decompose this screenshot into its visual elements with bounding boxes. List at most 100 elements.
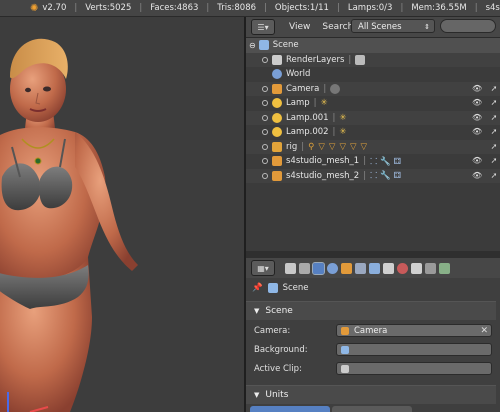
lamps-count: Lamps:0/3 [347, 3, 393, 13]
camera-icon [272, 83, 282, 94]
camera-field[interactable]: Camera ✕ [336, 324, 492, 337]
scene-panel-title: Scene [265, 306, 293, 316]
cursor-icon[interactable]: ➚ [489, 156, 499, 166]
triangle-down-icon: ▼ [254, 391, 260, 399]
expand-icon[interactable] [262, 158, 268, 165]
editor-type-button[interactable]: ☰▾ [251, 19, 275, 35]
clear-icon[interactable]: ✕ [480, 325, 488, 337]
pin-icon[interactable]: 📌 [252, 283, 263, 293]
view-menu[interactable]: View [289, 22, 310, 32]
active-object-name: s4studio_mesh_1 [485, 3, 500, 13]
objects-count: Objects:1/11 [274, 3, 329, 13]
camera-label: Camera: [254, 326, 291, 336]
faces-count: Faces:4863 [150, 3, 199, 13]
3d-viewport[interactable] [0, 17, 244, 412]
camera-data-icon [330, 83, 341, 94]
expand-icon[interactable] [262, 114, 268, 121]
eye-icon[interactable]: 👁 [472, 156, 482, 166]
constraint-tab-icon[interactable] [355, 262, 366, 274]
tree-row-renderlayers[interactable]: RenderLayers | [246, 52, 500, 67]
tree-row-mesh2[interactable]: s4studio_mesh_2 | ⸬🔧⚃ 👁 ➚ [246, 168, 500, 183]
scene-icon [267, 283, 278, 293]
clip-icon [341, 364, 349, 373]
tree-row-camera[interactable]: Camera | 👁 ➚ [246, 81, 500, 96]
tree-row-lamp[interactable]: Lamp | ✳ 👁 ➚ [246, 96, 500, 111]
lamp-data-icon: ✳ [339, 112, 347, 123]
display-mode-value: All Scenes [358, 22, 402, 32]
world-tab-icon[interactable] [327, 262, 338, 274]
area-divider-horizontal[interactable] [246, 251, 500, 258]
modifier-tab-icon[interactable] [369, 262, 380, 274]
renderlayers-tab-icon[interactable] [299, 262, 310, 274]
cursor-icon[interactable]: ➚ [489, 171, 499, 181]
collapse-icon[interactable]: ⊖ [249, 41, 256, 50]
camera-icon [341, 326, 349, 335]
cursor-icon[interactable]: ➚ [489, 142, 499, 152]
expand-icon[interactable] [262, 143, 268, 150]
background-field[interactable] [336, 343, 492, 356]
eye-icon[interactable]: 👁 [472, 171, 482, 181]
texture-tab-icon[interactable] [411, 262, 422, 274]
mesh-icon [272, 156, 282, 167]
tree-row-rig[interactable]: rig | ⚲▽▽▽▽▽ ➚ [246, 139, 500, 154]
tree-label: Lamp.002 [286, 127, 329, 138]
tree-label: RenderLayers [286, 54, 345, 65]
properties-editor: ▦▾ 📌 Scene ▼ Scene Camera: Camera ✕ Back… [246, 258, 500, 412]
data-tab-icon[interactable] [383, 262, 394, 274]
tree-label: Lamp [286, 98, 310, 109]
cursor-icon[interactable]: ➚ [489, 127, 499, 137]
expand-icon[interactable] [262, 129, 268, 136]
scene-tab-icon[interactable] [312, 261, 325, 275]
eye-icon[interactable]: 👁 [472, 113, 482, 123]
active-clip-field[interactable] [336, 362, 492, 375]
tree-row-world[interactable]: World [246, 67, 500, 82]
object-tab-icon[interactable] [341, 262, 352, 274]
lamp-icon [272, 127, 282, 138]
world-icon [272, 69, 282, 80]
expand-icon[interactable] [262, 85, 268, 92]
units-tab-selected[interactable] [250, 406, 330, 412]
cursor-icon[interactable]: ➚ [489, 113, 499, 123]
search-menu[interactable]: Search [322, 22, 353, 32]
expand-icon[interactable] [262, 56, 268, 63]
display-mode-select[interactable]: All Scenes ⇕ [351, 19, 435, 33]
search-input[interactable] [440, 19, 496, 33]
triangle-down-icon: ▼ [254, 307, 260, 315]
cursor-icon[interactable]: ➚ [489, 98, 499, 108]
updown-arrow-icon: ⇕ [424, 23, 430, 31]
units-tab[interactable] [332, 406, 412, 412]
blender-logo-icon[interactable]: ✺ [30, 3, 38, 14]
material-tab-icon[interactable] [397, 262, 408, 274]
eye-icon[interactable]: 👁 [472, 127, 482, 137]
tree-row-lamp001[interactable]: Lamp.001 | ✳ 👁 ➚ [246, 110, 500, 125]
editor-type-button[interactable]: ▦▾ [251, 260, 275, 276]
character-model[interactable] [0, 17, 244, 412]
lamp-icon [272, 112, 282, 123]
info-header: ✺ v2.70 | Verts:5025 | Faces:4863 | Tris… [0, 0, 500, 17]
tree-row-lamp002[interactable]: Lamp.002 | ✳ 👁 ➚ [246, 125, 500, 140]
particles-tab-icon[interactable] [425, 262, 436, 274]
version-label: v2.70 [42, 3, 67, 13]
verts-count: Verts:5025 [85, 3, 132, 13]
tree-row-mesh1[interactable]: s4studio_mesh_1 | ⸬🔧⚃ 👁 ➚ [246, 154, 500, 169]
right-panel: ☰▾ View Search All Scenes ⇕ ⊖ Scene Rend… [246, 17, 500, 412]
physics-tab-icon[interactable] [439, 262, 450, 274]
lamp-data-icon: ✳ [339, 127, 347, 138]
cursor-icon[interactable]: ➚ [489, 84, 499, 94]
render-tab-icon[interactable] [285, 262, 296, 274]
scene-icon [341, 345, 349, 354]
expand-icon[interactable] [262, 100, 268, 107]
tree-row-scene[interactable]: ⊖ Scene [246, 38, 500, 53]
scene-panel-header[interactable]: ▼ Scene [246, 301, 496, 320]
eye-icon[interactable]: 👁 [472, 84, 482, 94]
camera-value: Camera [354, 325, 388, 336]
tree-label: rig [286, 141, 298, 152]
eye-icon[interactable]: 👁 [472, 98, 482, 108]
mesh-icon [272, 170, 282, 181]
tree-label: World [286, 69, 311, 80]
lamp-data-icon: ✳ [320, 98, 328, 109]
expand-icon[interactable] [262, 172, 268, 179]
units-panel-header[interactable]: ▼ Units [246, 385, 496, 404]
scene-icon [258, 40, 269, 51]
modifier-icons: ⸬🔧⚃ [370, 156, 405, 167]
